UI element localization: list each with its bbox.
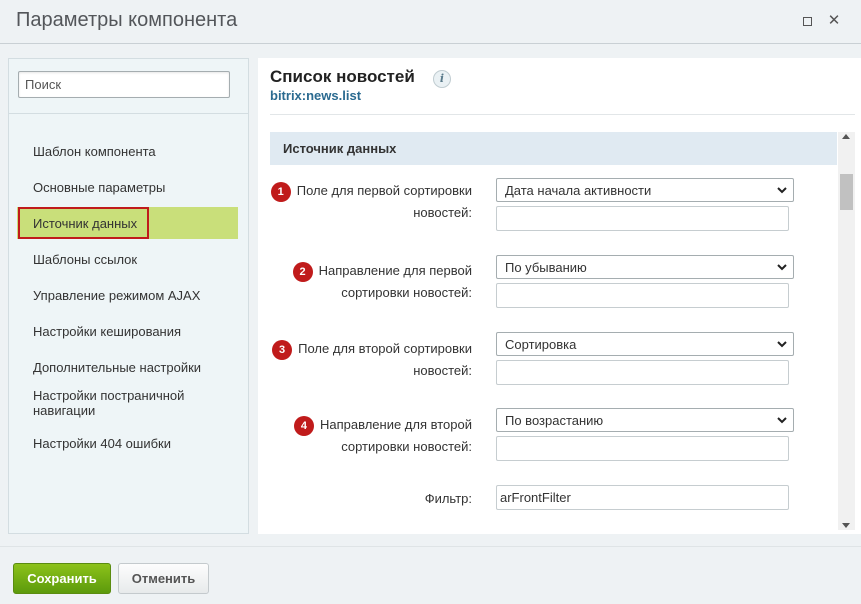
sidebar-item-pagination[interactable]: Настройки постраничной навигации (17, 385, 238, 421)
field-label: 3 Поле для второй сортировки новостей: (262, 338, 472, 381)
sidebar-item-label: Дополнительные настройки (33, 359, 202, 375)
chevron-down-icon (777, 264, 787, 271)
filter-input[interactable]: arFrontFilter (496, 485, 789, 510)
sidebar-item-url-templates[interactable]: Шаблоны ссылок (17, 243, 238, 275)
sidebar-item-ajax[interactable]: Управление режимом AJAX (17, 279, 238, 311)
component-title: Список новостей (270, 67, 415, 86)
sidebar: Шаблон компонента Основные параметры Ист… (8, 58, 249, 534)
filter-label: Фильтр: (424, 491, 472, 506)
divider (270, 114, 855, 115)
sidebar-item-label: Управление режимом AJAX (33, 287, 201, 303)
sort-field-2-extra[interactable] (496, 360, 789, 385)
chevron-down-icon (777, 187, 787, 194)
info-icon[interactable]: i (433, 70, 451, 88)
maximize-icon[interactable] (799, 13, 815, 29)
close-icon[interactable]: ✕ (826, 13, 842, 29)
sidebar-item-template[interactable]: Шаблон компонента (17, 135, 238, 167)
number-badge: 3 (272, 339, 293, 360)
number-badge: 2 (292, 261, 313, 282)
chevron-down-icon (777, 417, 787, 424)
sidebar-item-404[interactable]: Настройки 404 ошибки (17, 427, 238, 459)
dialog-titlebar: Параметры компонента ✕ (0, 0, 861, 44)
sidebar-item-cache[interactable]: Настройки кеширования (17, 315, 238, 347)
sidebar-item-label: Шаблон компонента (33, 143, 156, 159)
sort-field-1-extra[interactable] (496, 206, 789, 231)
sidebar-item-data-source[interactable]: Источник данных (17, 207, 238, 239)
field-label: 1 Поле для первой сортировки новостей: (262, 180, 472, 223)
sort-field-2-select[interactable]: Сортировка (496, 332, 794, 356)
sidebar-item-label: Настройки 404 ошибки (33, 435, 171, 451)
highlight-frame (18, 207, 149, 239)
sort-order-2-extra[interactable] (496, 436, 789, 461)
sort-order-2-select[interactable]: По возрастанию (496, 408, 794, 432)
scroll-up-icon[interactable] (842, 134, 850, 139)
scroll-down-icon[interactable] (842, 523, 850, 528)
sidebar-item-label: Настройки кеширования (33, 323, 182, 339)
sort-order-1-extra[interactable] (496, 283, 789, 308)
cancel-button[interactable]: Отменить (118, 563, 209, 594)
scrollbar[interactable] (838, 132, 855, 530)
save-button[interactable]: Сохранить (13, 563, 111, 594)
sort-order-1-select[interactable]: По убыванию (496, 255, 794, 279)
sort-field-1-select[interactable]: Дата начала активности (496, 178, 794, 202)
sidebar-item-additional[interactable]: Дополнительные настройки (17, 351, 238, 383)
scroll-thumb[interactable] (840, 174, 853, 210)
number-badge: 1 (270, 181, 291, 202)
chevron-down-icon (777, 341, 787, 348)
component-code: bitrix:news.list (270, 88, 362, 103)
sidebar-item-label: Шаблоны ссылок (33, 251, 138, 267)
search-input[interactable] (18, 71, 230, 98)
sidebar-item-label: Настройки постраничной навигации (33, 388, 185, 418)
sidebar-item-label: Основные параметры (33, 179, 166, 195)
dialog-title: Параметры компонента (16, 9, 238, 31)
field-label: 2 Направление для первой сортировки новос… (262, 260, 472, 303)
sidebar-item-main-params[interactable]: Основные параметры (17, 171, 238, 203)
content-panel: Список новостей i bitrix:news.list Источ… (258, 58, 861, 534)
field-label: 4 Направление для второй сортировки новос… (262, 414, 472, 457)
section-header: Источник данных (270, 132, 837, 165)
search-area (9, 59, 248, 114)
dialog-footer: Сохранить Отменить (0, 546, 861, 604)
number-badge: 4 (293, 415, 314, 436)
